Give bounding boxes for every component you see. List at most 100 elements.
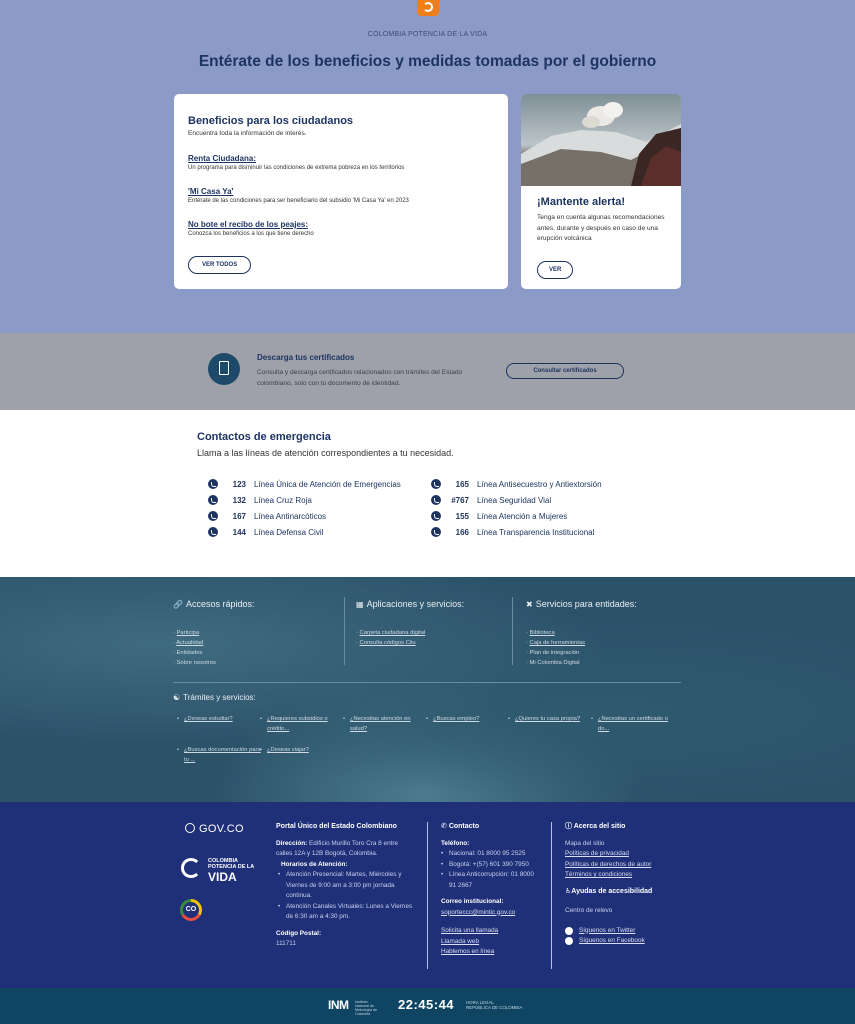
divider	[512, 597, 513, 665]
govco-logo[interactable]: GOV.CO	[185, 823, 244, 835]
procedure-link[interactable]: ¿Deseas estudiar?	[177, 714, 262, 724]
chat-online-link[interactable]: Hablemos en línea	[441, 947, 541, 958]
alert-body: Tenga en cuenta algunas recomendaciones …	[537, 214, 665, 242]
benefit-link-renta[interactable]: Renta Ciudadana:	[188, 154, 494, 163]
list-item: Sobre nosotros	[173, 658, 216, 668]
inm-logo: INM	[328, 998, 349, 1012]
procedure-link-text[interactable]: ¿Buscas documentación para tu ...	[184, 747, 261, 763]
document-icon	[208, 353, 240, 385]
list-item: Plan de integración	[526, 648, 585, 658]
procedure-link-text[interactable]: ¿Requieres subsidios o crédito...	[267, 716, 328, 732]
app-link[interactable]: Consulta códigos Ciiu	[360, 640, 416, 646]
accessibility-title: Ayudas de accesibilidad	[571, 887, 653, 895]
procedure-link[interactable]: ¿Buscas documentación para tu ...	[177, 745, 262, 765]
facebook-link[interactable]: Síguenos en Facebook	[565, 936, 675, 947]
address: Dirección: Edificio Murillo Toro Cra 8 e…	[276, 839, 416, 860]
procedure-link[interactable]: ¿Quieres tu casa propia?	[508, 714, 593, 724]
ver-todos-button[interactable]: VER TODOS	[188, 256, 252, 274]
quick-link: Entidades	[176, 650, 203, 656]
emergency-line[interactable]: 167 Línea Antinarcóticos	[208, 508, 401, 524]
emergency-line[interactable]: 144 Línea Defensa Civil	[208, 524, 401, 540]
legal-time-bar: INM Instituto Nacional de Metrología de …	[0, 988, 855, 1024]
volcano-image	[521, 94, 681, 186]
entity-link[interactable]: Biblioteca	[530, 630, 555, 636]
colombia-mark-icon	[181, 858, 201, 878]
alert-card: ¡Mantente alerta! Tenga en cuenta alguna…	[521, 94, 681, 289]
list-item[interactable]: Biblioteca	[526, 628, 585, 638]
list-item: Nacional: 01 8000 95 2525	[441, 849, 541, 860]
benefit-link-mi-casa-ya[interactable]: 'Mi Casa Ya'	[188, 187, 494, 196]
entity-link[interactable]: Caja de herramientas	[530, 640, 585, 646]
legal-time-clock: 22:45:44	[398, 997, 455, 1012]
hours-label-text: Horarios de Atención:	[281, 860, 348, 868]
quick-link[interactable]: Participa	[177, 630, 200, 636]
procedure-link[interactable]: ¿Necesitas un certificado o do...	[591, 714, 676, 734]
emergency-number: 155	[455, 511, 469, 521]
emergency-line[interactable]: 123 Línea Única de Atención de Emergencia…	[208, 476, 401, 492]
benefit-desc: Un programa para disminuir las condicion…	[188, 165, 405, 171]
list-item: Línea Anticorrupción: 01 8000 91 2667	[441, 870, 541, 891]
procedure-link-text[interactable]: ¿Quieres tu casa propia?	[515, 716, 580, 722]
emergency-label: Línea Antinarcóticos	[254, 511, 327, 521]
emergency-label: Línea Seguridad Vial	[477, 495, 552, 505]
terms-link[interactable]: Términos y condiciones	[565, 870, 675, 881]
list-item[interactable]: Carpeta ciudadana digital	[356, 628, 426, 638]
twitter-icon	[565, 926, 573, 935]
sitemap-text: Mapa del sitio	[565, 839, 605, 847]
relay-center[interactable]: Centro de relevo	[565, 906, 675, 917]
emergency-line[interactable]: #767 Línea Seguridad Vial	[431, 492, 602, 508]
emergency-number: 123	[232, 479, 246, 489]
emergency-number: #767	[451, 495, 469, 505]
procedure-link-text[interactable]: ¿Necesitas atención en salud?	[350, 716, 411, 732]
emergency-label: Línea Única de Atención de Emergencias	[254, 479, 401, 489]
alert-ver-button[interactable]: VER	[537, 261, 574, 279]
list-item[interactable]: Actualidad	[173, 638, 216, 648]
contact-links: Solicita una llamada Llamada web Hablemo…	[441, 926, 541, 958]
inm-logo-subtitle: Instituto Nacional de Metrología de Colo…	[355, 1000, 377, 1016]
phone-icon	[208, 495, 218, 505]
twitter-link-text[interactable]: Síguenos en Twitter	[579, 926, 635, 937]
twitter-link[interactable]: Síguenos en Twitter	[565, 926, 675, 937]
list-item[interactable]: Consulta códigos Ciiu	[356, 638, 425, 648]
quick-link[interactable]: Actualidad	[176, 640, 203, 646]
copyright-policy-link[interactable]: Políticas de derechos de autor	[565, 860, 675, 871]
tools-icon: ✖	[526, 600, 533, 609]
list-item: Bogotá: +(57) 601 390 7950	[441, 860, 541, 871]
privacy-policy-link[interactable]: Políticas de privacidad	[565, 849, 675, 860]
government-footer: GOV.CO COLOMBIA POTENCIA DE LA VIDA CO P…	[0, 802, 855, 988]
list-item[interactable]: Caja de herramientas	[526, 638, 585, 648]
apps-list: Carpeta ciudadana digital Consulta códig…	[356, 628, 426, 648]
divider	[551, 822, 552, 969]
phone-icon	[431, 495, 441, 505]
portal-title: Portal Único del Estado Colombiano	[276, 823, 397, 830]
app-link[interactable]: Carpeta ciudadana digital	[360, 630, 426, 636]
accessibility-heading[interactable]: ♿Ayudas de accesibilidad	[565, 887, 675, 898]
list-item: Entidades	[173, 648, 216, 658]
benefits-card: Beneficios para los ciudadanos Encuentra…	[174, 94, 508, 289]
emergency-line[interactable]: 166 Línea Transparencia Institucional	[431, 524, 602, 540]
facebook-link-text[interactable]: Síguenos en Facebook	[579, 936, 645, 947]
benefit-link-peajes[interactable]: No bote el recibo de los peajes:	[188, 220, 494, 229]
emergency-line[interactable]: 132 Línea Cruz Roja	[208, 492, 401, 508]
emergency-list-right: 165 Línea Antisecuestro y Antiextorsión #…	[431, 476, 602, 540]
list-item: Mi Colombia Digital	[526, 658, 585, 668]
procedure-link[interactable]: ¿Necesitas atención en salud?	[343, 714, 428, 734]
consultar-certificados-button[interactable]: Consultar certificados	[506, 363, 624, 379]
procedure-link-text[interactable]: ¿Deseas viajar?	[267, 747, 309, 753]
procedure-link[interactable]: ¿Buscas empleo?	[426, 714, 511, 724]
email-link[interactable]: soporteccc@mintic.gov.co	[441, 908, 541, 919]
request-call-link[interactable]: Solicita una llamada	[441, 926, 541, 937]
procedure-link-text[interactable]: ¿Deseas estudiar?	[184, 716, 233, 722]
contact-heading: ✆ Contacto	[441, 822, 541, 833]
web-call-link[interactable]: Llamada web	[441, 937, 541, 948]
procedure-link-text[interactable]: ¿Buscas empleo?	[433, 716, 479, 722]
colombia-potencia-logo: COLOMBIA POTENCIA DE LA VIDA	[181, 856, 254, 884]
procedure-link-text[interactable]: ¿Necesitas un certificado o do...	[598, 716, 668, 732]
emergency-line[interactable]: 155 Línea Atención a Mujeres	[431, 508, 602, 524]
hero-tagline: COLOMBIA POTENCIA DE LA VIDA	[367, 31, 488, 38]
emergency-line[interactable]: 165 Línea Antisecuestro y Antiextorsión	[431, 476, 602, 492]
procedure-link[interactable]: ¿Deseas viajar?	[260, 745, 345, 755]
list-item[interactable]: Participa	[173, 628, 216, 638]
phone-icon	[431, 527, 441, 537]
procedure-link[interactable]: ¿Requieres subsidios o crédito...	[260, 714, 345, 734]
